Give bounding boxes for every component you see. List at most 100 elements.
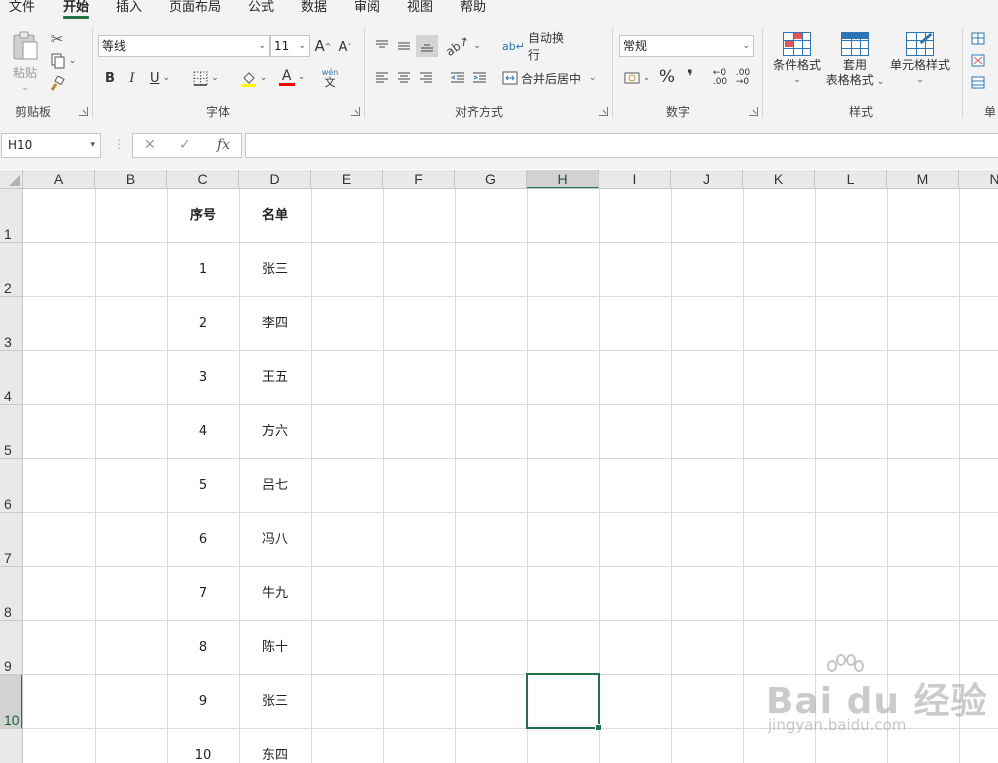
- formula-bar-grip-icon[interactable]: ⋮: [113, 137, 125, 151]
- column-header-n[interactable]: N: [959, 170, 998, 188]
- cell-d1[interactable]: 名单: [239, 189, 311, 243]
- tab-file[interactable]: 文件: [9, 0, 35, 20]
- phonetic-guide-button[interactable]: wén 文: [319, 66, 341, 90]
- tab-formulas[interactable]: 公式: [248, 0, 274, 20]
- select-all-corner[interactable]: [0, 170, 23, 189]
- tab-view[interactable]: 视图: [407, 0, 433, 20]
- shrink-font-button[interactable]: Aˇ: [336, 37, 354, 57]
- cell-styles-button[interactable]: 单元格样式 ⌄: [888, 32, 952, 88]
- decrease-decimal-button[interactable]: .00 →0: [733, 68, 753, 88]
- column-header-e[interactable]: E: [311, 170, 383, 188]
- delete-cells-button[interactable]: [971, 52, 998, 68]
- row-header-10[interactable]: 10: [0, 675, 22, 729]
- align-center-button[interactable]: [394, 68, 414, 88]
- tab-page-layout[interactable]: 页面布局: [169, 0, 221, 20]
- tab-home[interactable]: 开始: [63, 0, 90, 20]
- cell-c2[interactable]: 1: [167, 243, 239, 297]
- orientation-button[interactable]: ab↗ ⌄: [443, 33, 480, 59]
- cell-c6[interactable]: 5: [167, 459, 239, 513]
- percent-style-button[interactable]: %: [657, 66, 677, 88]
- align-middle-button[interactable]: [394, 36, 414, 56]
- name-box[interactable]: H10 ▾: [1, 133, 101, 158]
- cell-d10[interactable]: 张三: [239, 675, 311, 729]
- row-header-11[interactable]: [0, 729, 22, 763]
- row-header-4[interactable]: 4: [0, 351, 22, 405]
- row-header-3[interactable]: 3: [0, 297, 22, 351]
- cell-d5[interactable]: 方六: [239, 405, 311, 459]
- wrap-text-button[interactable]: ab↵ 自动换行: [502, 31, 574, 62]
- column-header-j[interactable]: J: [671, 170, 743, 188]
- cell-d6[interactable]: 吕七: [239, 459, 311, 513]
- cancel-icon[interactable]: ✕: [144, 134, 156, 157]
- cell-grid[interactable]: 序号 名单 1 张三 2 李四 3 王五 4 方六 5 吕七 6 冯八 7 牛九…: [23, 189, 998, 763]
- cell-c9[interactable]: 8: [167, 621, 239, 675]
- font-color-button[interactable]: A ⌄: [275, 66, 309, 88]
- cut-button[interactable]: ✂: [47, 30, 67, 48]
- enter-icon[interactable]: ✓: [179, 134, 191, 157]
- number-launcher-icon[interactable]: [749, 107, 758, 116]
- format-painter-button[interactable]: [47, 75, 67, 93]
- column-header-k[interactable]: K: [743, 170, 815, 188]
- alignment-launcher-icon[interactable]: [599, 107, 608, 116]
- comma-style-button[interactable]: ❜: [681, 66, 699, 88]
- tab-review[interactable]: 审阅: [354, 0, 380, 20]
- paste-button[interactable]: 粘贴 ⌄: [8, 30, 42, 96]
- insert-cells-button[interactable]: [971, 30, 998, 46]
- font-name-combo[interactable]: 等线 ⌄: [98, 35, 270, 57]
- format-as-table-button[interactable]: 套用 表格格式 ⌄: [823, 32, 887, 90]
- cell-d8[interactable]: 牛九: [239, 567, 311, 621]
- column-header-l[interactable]: L: [815, 170, 887, 188]
- italic-button[interactable]: I: [123, 68, 141, 88]
- cell-c3[interactable]: 2: [167, 297, 239, 351]
- row-header-1[interactable]: 1: [0, 189, 22, 243]
- borders-button[interactable]: ⌄: [189, 68, 223, 88]
- row-header-5[interactable]: 5: [0, 405, 22, 459]
- row-header-8[interactable]: 8: [0, 567, 22, 621]
- cell-c5[interactable]: 4: [167, 405, 239, 459]
- column-header-b[interactable]: B: [95, 170, 167, 188]
- copy-button[interactable]: ⌄: [47, 52, 79, 70]
- align-top-button[interactable]: [372, 36, 392, 56]
- formula-input[interactable]: [245, 133, 998, 158]
- column-header-i[interactable]: I: [599, 170, 671, 188]
- increase-decimal-button[interactable]: ←0.00: [710, 68, 730, 88]
- align-right-button[interactable]: [416, 68, 436, 88]
- font-launcher-icon[interactable]: [351, 107, 360, 116]
- cell-d3[interactable]: 李四: [239, 297, 311, 351]
- cell-c10[interactable]: 9: [167, 675, 239, 729]
- column-header-c[interactable]: C: [167, 170, 239, 188]
- cell-d4[interactable]: 王五: [239, 351, 311, 405]
- row-header-6[interactable]: 6: [0, 459, 22, 513]
- cell-d7[interactable]: 冯八: [239, 513, 311, 567]
- row-header-9[interactable]: 9: [0, 621, 22, 675]
- fill-color-button[interactable]: ⌄: [237, 68, 271, 88]
- cell-d2[interactable]: 张三: [239, 243, 311, 297]
- accounting-format-button[interactable]: ⌄: [620, 68, 654, 88]
- decrease-indent-button[interactable]: [447, 68, 467, 88]
- cell-c4[interactable]: 3: [167, 351, 239, 405]
- tab-insert[interactable]: 插入: [116, 0, 142, 20]
- cell-d9[interactable]: 陈十: [239, 621, 311, 675]
- font-size-combo[interactable]: 11 ⌄: [270, 35, 310, 57]
- selected-cell-h10[interactable]: [526, 673, 602, 731]
- cell-c11[interactable]: 10: [167, 729, 239, 763]
- column-header-h[interactable]: H: [527, 170, 599, 188]
- row-header-7[interactable]: 7: [0, 513, 22, 567]
- cell-c7[interactable]: 6: [167, 513, 239, 567]
- increase-indent-button[interactable]: [469, 68, 489, 88]
- align-bottom-button[interactable]: [416, 35, 438, 57]
- column-header-d[interactable]: D: [239, 170, 311, 188]
- format-cells-button[interactable]: [971, 74, 998, 90]
- align-left-button[interactable]: [372, 68, 392, 88]
- row-header-2[interactable]: 2: [0, 243, 22, 297]
- tab-data[interactable]: 数据: [301, 0, 327, 20]
- insert-function-icon[interactable]: fx: [217, 134, 230, 157]
- column-header-m[interactable]: M: [887, 170, 959, 188]
- number-format-combo[interactable]: 常规 ⌄: [619, 35, 754, 57]
- cell-c1[interactable]: 序号: [167, 189, 239, 243]
- conditional-format-button[interactable]: 条件格式 ⌄: [769, 32, 825, 88]
- tab-help[interactable]: 帮助: [460, 0, 486, 20]
- column-header-f[interactable]: F: [383, 170, 455, 188]
- cell-c8[interactable]: 7: [167, 567, 239, 621]
- merge-center-button[interactable]: 合并后居中 ⌄: [502, 68, 600, 88]
